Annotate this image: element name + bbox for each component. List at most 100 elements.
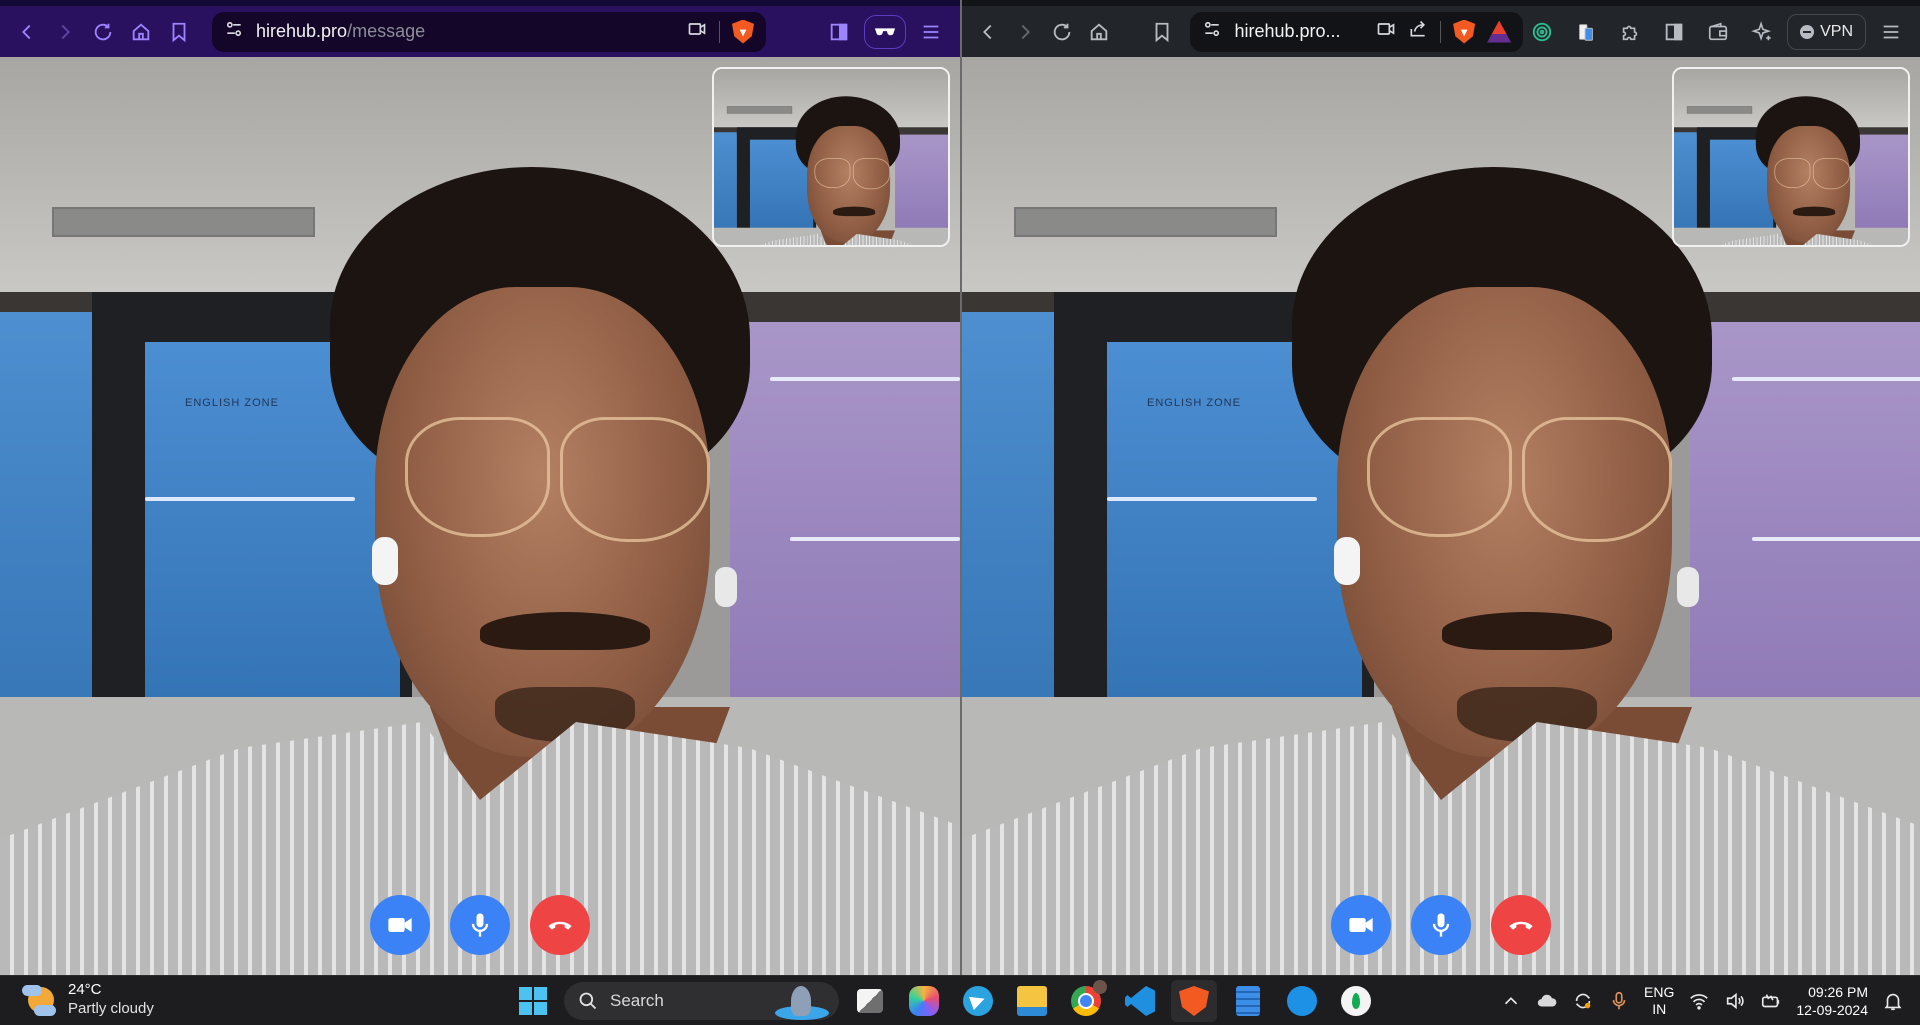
taskbar-app-docker[interactable] (1279, 980, 1325, 1022)
docker-icon (1287, 986, 1317, 1016)
self-view-pip[interactable] (712, 67, 950, 247)
orbit-extension-icon (1532, 22, 1552, 41)
weather-widget[interactable]: 24°C Partly cloudy (22, 980, 154, 1018)
reload-icon (94, 23, 112, 40)
url-text[interactable]: hirehub.pro/message (256, 21, 675, 42)
phone-link-icon (1579, 23, 1593, 41)
microphone-in-use-indicator[interactable] (1608, 990, 1630, 1012)
taskbar-app-copilot[interactable] (901, 980, 947, 1022)
leo-ai-button[interactable] (1743, 13, 1781, 51)
home-icon (1090, 22, 1108, 40)
ai-sparkle-icon (1751, 20, 1772, 41)
browser-window-right: hirehub.pro... ▾ VPN ENGLISH ZONE (962, 0, 1920, 975)
mic-toggle-button[interactable] (450, 895, 510, 955)
chevron-up-icon (1504, 997, 1518, 1005)
private-glasses-icon (874, 27, 896, 35)
camera-permission-button[interactable] (687, 19, 707, 44)
site-settings-button[interactable] (224, 19, 244, 44)
camera-toggle-button[interactable] (370, 895, 430, 955)
volume-button[interactable] (1724, 990, 1746, 1012)
notepad-icon (1236, 986, 1260, 1016)
taskbar-search[interactable]: Search (564, 982, 839, 1020)
taskbar-app-chrome[interactable] (1063, 980, 1109, 1022)
battery-charging-icon (1762, 994, 1780, 1008)
clock-button[interactable]: 09:26 PM 12-09-2024 (1796, 983, 1868, 1019)
share-button[interactable] (1408, 19, 1428, 44)
wallet-button[interactable] (1699, 13, 1737, 51)
puzzle-icon (1622, 25, 1638, 40)
main-menu-button[interactable] (1872, 13, 1910, 51)
end-call-button[interactable] (530, 895, 590, 955)
url-text[interactable]: hirehub.pro... (1234, 21, 1364, 42)
onedrive-button[interactable] (1536, 990, 1558, 1012)
reload-button[interactable] (84, 13, 122, 51)
phone-link-button[interactable] (1567, 13, 1605, 51)
wifi-icon (1690, 994, 1709, 1010)
end-call-button[interactable] (1491, 895, 1551, 955)
site-settings-button[interactable] (1202, 19, 1222, 44)
home-button[interactable] (122, 13, 160, 51)
brave-lion-icon: ▾ (739, 24, 747, 39)
search-icon (579, 992, 597, 1010)
forward-button[interactable] (46, 13, 84, 51)
brave-shield-button[interactable]: ▾ (732, 19, 754, 44)
main-menu-button[interactable] (912, 13, 950, 51)
divider (1440, 20, 1442, 43)
address-bar[interactable]: hirehub.pro/message ▾ (212, 11, 766, 52)
extension-button[interactable] (1523, 13, 1561, 51)
url-path: /message (347, 21, 426, 41)
search-highlight-dolphin-icon (771, 986, 831, 1020)
sidebar-toggle-button[interactable] (1655, 13, 1693, 51)
forward-button[interactable] (1007, 13, 1044, 51)
reload-icon (1054, 23, 1071, 40)
address-bar[interactable]: hirehub.pro... ▾ (1190, 11, 1524, 52)
taskbar-app-task-view[interactable] (847, 980, 893, 1022)
brave-rewards-button[interactable] (1487, 20, 1512, 43)
start-button[interactable] (510, 980, 556, 1022)
camera-toggle-button[interactable] (1331, 895, 1391, 955)
weather-temperature: 24°C (68, 981, 102, 998)
self-view-pip[interactable] (1672, 67, 1910, 247)
taskbar-app-notepad[interactable] (1225, 980, 1271, 1022)
profile-badge (1093, 980, 1107, 994)
chevron-right-icon (61, 24, 70, 39)
bookmark-button[interactable] (1144, 13, 1181, 51)
taskbar-app-brave[interactable] (1171, 980, 1217, 1022)
brave-lion-icon: ▾ (1461, 24, 1468, 39)
taskbar-app-mongodb[interactable] (1333, 980, 1379, 1022)
sidebar-toggle-button[interactable] (820, 13, 858, 51)
taskbar-app-telegram[interactable] (955, 980, 1001, 1022)
camera-permission-button[interactable] (1376, 19, 1396, 44)
taskbar-app-file-explorer[interactable] (1009, 980, 1055, 1022)
folder-icon (1017, 986, 1047, 1016)
speaker-icon (1727, 992, 1745, 1010)
vpn-off-icon (1800, 24, 1815, 39)
vpn-button[interactable]: VPN (1787, 13, 1867, 50)
camera-icon (688, 23, 706, 35)
reload-button[interactable] (1044, 13, 1081, 51)
taskbar-apps: Search (510, 980, 1379, 1022)
battery-button[interactable] (1760, 990, 1782, 1012)
notifications-button[interactable] (1882, 990, 1904, 1012)
sync-icon (1575, 993, 1591, 1009)
divider (719, 20, 720, 43)
back-button[interactable] (970, 13, 1007, 51)
call-controls (1331, 895, 1551, 955)
remote-video-feed: ENGLISH ZONE (962, 57, 1920, 975)
sliders-icon (1205, 21, 1220, 37)
extensions-button[interactable] (1611, 13, 1649, 51)
back-button[interactable] (8, 13, 46, 51)
home-button[interactable] (1081, 13, 1118, 51)
mic-toggle-button[interactable] (1411, 895, 1471, 955)
show-hidden-icons-button[interactable] (1500, 990, 1522, 1012)
telegram-icon (963, 986, 993, 1016)
brave-shield-button[interactable]: ▾ (1453, 19, 1476, 44)
bookmark-button[interactable] (160, 13, 198, 51)
input-language-button[interactable]: ENG IN (1644, 984, 1674, 1018)
taskbar-app-vscode[interactable] (1117, 980, 1163, 1022)
task-view-icon (857, 989, 883, 1013)
toolbar-right: VPN (1523, 13, 1920, 51)
sync-button[interactable] (1572, 990, 1594, 1012)
private-window-indicator[interactable] (864, 14, 906, 49)
network-button[interactable] (1688, 990, 1710, 1012)
